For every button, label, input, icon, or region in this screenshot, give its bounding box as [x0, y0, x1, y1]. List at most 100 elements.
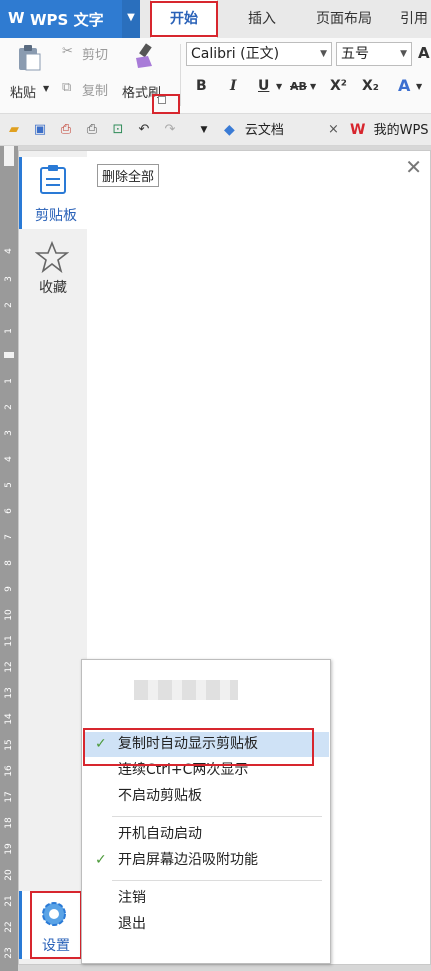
tab-insert[interactable]: 插入	[228, 0, 296, 38]
ruler-number: 15	[4, 739, 14, 751]
clipboard-icon	[40, 165, 66, 194]
menu-item-edge-snap[interactable]: ✓ 开启屏幕边沿吸附功能	[83, 848, 329, 873]
redo-icon[interactable]: ↷	[162, 122, 178, 138]
cloud-doc-icon: ◆	[224, 122, 235, 138]
ruler-number: 8	[4, 560, 14, 566]
chevron-down-icon[interactable]: ▼	[276, 82, 282, 91]
star-icon	[35, 241, 69, 273]
clipboard-sidebar: 剪贴板 收藏 设置	[19, 151, 87, 964]
ruler-number: 22	[4, 921, 14, 933]
copy-button[interactable]: ⧉ 复制	[62, 80, 120, 100]
ruler-number: 12	[4, 661, 14, 673]
ruler-number: 23	[4, 947, 14, 959]
wps-logo-icon: W	[350, 122, 366, 138]
launcher-highlight	[152, 94, 180, 114]
ruler-number: 7	[4, 534, 14, 540]
ruler-number: 3	[4, 276, 14, 282]
ruler-number: 6	[4, 508, 14, 514]
menu-label: 开启屏幕边沿吸附功能	[118, 852, 258, 868]
ruler-number: 19	[4, 843, 14, 855]
menu-item-disable-clipboard[interactable]: 不启动剪贴板	[83, 784, 329, 809]
ruler-number: 11	[4, 635, 14, 647]
menu-item-launch-on-startup[interactable]: 开机自动启动	[83, 822, 329, 847]
clear-all-button[interactable]: 删除全部	[97, 164, 160, 187]
close-icon[interactable]: ✕	[405, 155, 422, 179]
cut-label: 剪切	[82, 48, 109, 63]
menu-label: 注销	[118, 890, 146, 906]
font-size-select[interactable]: 五号 ▼	[336, 42, 412, 66]
menu-divider	[112, 816, 322, 817]
superscript-button[interactable]: X²	[330, 78, 347, 94]
ruler-number: 2	[4, 302, 14, 308]
my-wps-label: 我的WPS	[373, 123, 429, 138]
vertical-ruler: 4 3 2 1 1 2 3 4 5 6 7 8 9 10 11 12 13 14…	[0, 146, 18, 971]
quick-access-toolbar: ▰ ▣ ⎙ ⎙ ⊡ ↶ ↷ ▼ ◆ 云文档 × W 我的WPS	[0, 114, 431, 146]
close-icon[interactable]: ×	[328, 114, 339, 146]
menu-item-logout[interactable]: 注销	[83, 886, 329, 911]
ruler-number: 13	[4, 687, 14, 699]
customize-toolbar-icon[interactable]: ▼	[196, 122, 212, 138]
font-color-button[interactable]: A	[398, 76, 410, 95]
export-pdf-icon[interactable]: ⎙	[58, 122, 74, 138]
ruler-page-area	[4, 352, 14, 358]
font-name-value: Calibri (正文)	[191, 46, 280, 62]
menu-label: 开机自动启动	[118, 826, 202, 842]
copy-icon: ⧉	[62, 80, 72, 95]
menu-item-exit[interactable]: 退出	[83, 912, 329, 937]
ruler-number: 9	[4, 586, 14, 592]
chevron-down-icon[interactable]: ▼	[310, 82, 316, 91]
bold-button[interactable]: B	[196, 78, 207, 94]
cut-button[interactable]: ✂ 剪切	[62, 44, 120, 64]
undo-icon[interactable]: ↶	[136, 122, 152, 138]
ruler-number: 1	[4, 328, 14, 334]
chevron-down-icon[interactable]: ▼	[122, 0, 140, 38]
paintbrush-icon	[136, 43, 152, 68]
clipboard-icon	[19, 45, 41, 71]
sidebar-item-favorites[interactable]: 收藏	[19, 237, 87, 303]
print-preview-icon[interactable]: ⊡	[110, 122, 126, 138]
italic-button[interactable]: I	[230, 78, 237, 94]
font-name-select[interactable]: Calibri (正文) ▼	[186, 42, 332, 66]
tab-references[interactable]: 引用	[400, 0, 431, 38]
ruler-number: 1	[4, 378, 14, 384]
ruler-number: 16	[4, 765, 14, 777]
ribbon: 粘贴 ▼ ✂ 剪切 ⧉ 复制 格式刷 Calibri (正文) ▼ 五号 ▼ A…	[0, 38, 431, 114]
clipboard-pane: 剪贴板 收藏 设置 删除全部 ✕ ✓ 复制时自动显示剪贴板 连续Ctrl+C两次…	[18, 150, 431, 965]
font-size-value: 五号	[341, 46, 369, 62]
sidebar-item-clipboard[interactable]: 剪贴板	[19, 157, 87, 229]
menu-item-highlight	[83, 728, 314, 766]
ruler-number: 20	[4, 869, 14, 881]
sidebar-label-clipboard: 剪贴板	[35, 208, 77, 224]
grow-font-button[interactable]: A	[418, 44, 430, 62]
account-name-blurred	[134, 680, 238, 700]
settings-menu: ✓ 复制时自动显示剪贴板 连续Ctrl+C两次显示 不启动剪贴板 开机自动启动 …	[81, 659, 331, 964]
underline-button[interactable]: U	[258, 78, 269, 94]
ruler-number: 4	[4, 456, 14, 462]
menu-divider	[112, 880, 322, 881]
paste-button[interactable]: 粘贴 ▼	[6, 42, 52, 106]
scissors-icon: ✂	[62, 44, 73, 59]
save-icon[interactable]: ▣	[32, 122, 48, 138]
sidebar-label-favorites: 收藏	[39, 280, 67, 296]
ruler-number: 18	[4, 817, 14, 829]
app-title: WPS 文字	[30, 11, 104, 29]
ribbon-divider	[180, 44, 181, 106]
ruler-number: 17	[4, 791, 14, 803]
cloud-doc-label: 云文档	[244, 123, 284, 138]
chevron-down-icon[interactable]: ▼	[416, 82, 422, 91]
app-menu-button[interactable]: W WPS 文字 ▼	[0, 0, 140, 38]
open-folder-icon[interactable]: ▰	[6, 122, 22, 138]
tab-home-highlight	[150, 1, 218, 37]
ruler-number: 2	[4, 404, 14, 410]
settings-highlight	[30, 891, 82, 959]
chevron-down-icon: ▼	[320, 49, 327, 59]
subscript-button[interactable]: X₂	[362, 78, 379, 94]
chevron-down-icon: ▼	[400, 49, 407, 59]
copy-label: 复制	[82, 84, 109, 99]
tab-page-layout[interactable]: 页面布局	[300, 0, 388, 38]
doc-tab-cloud[interactable]: ◆ 云文档 ×	[224, 114, 342, 146]
checkmark-icon: ✓	[95, 852, 107, 868]
doc-tab-my-wps[interactable]: W 我的WPS	[350, 114, 431, 146]
print-icon[interactable]: ⎙	[84, 122, 100, 138]
strikethrough-button[interactable]: AB	[290, 80, 307, 93]
